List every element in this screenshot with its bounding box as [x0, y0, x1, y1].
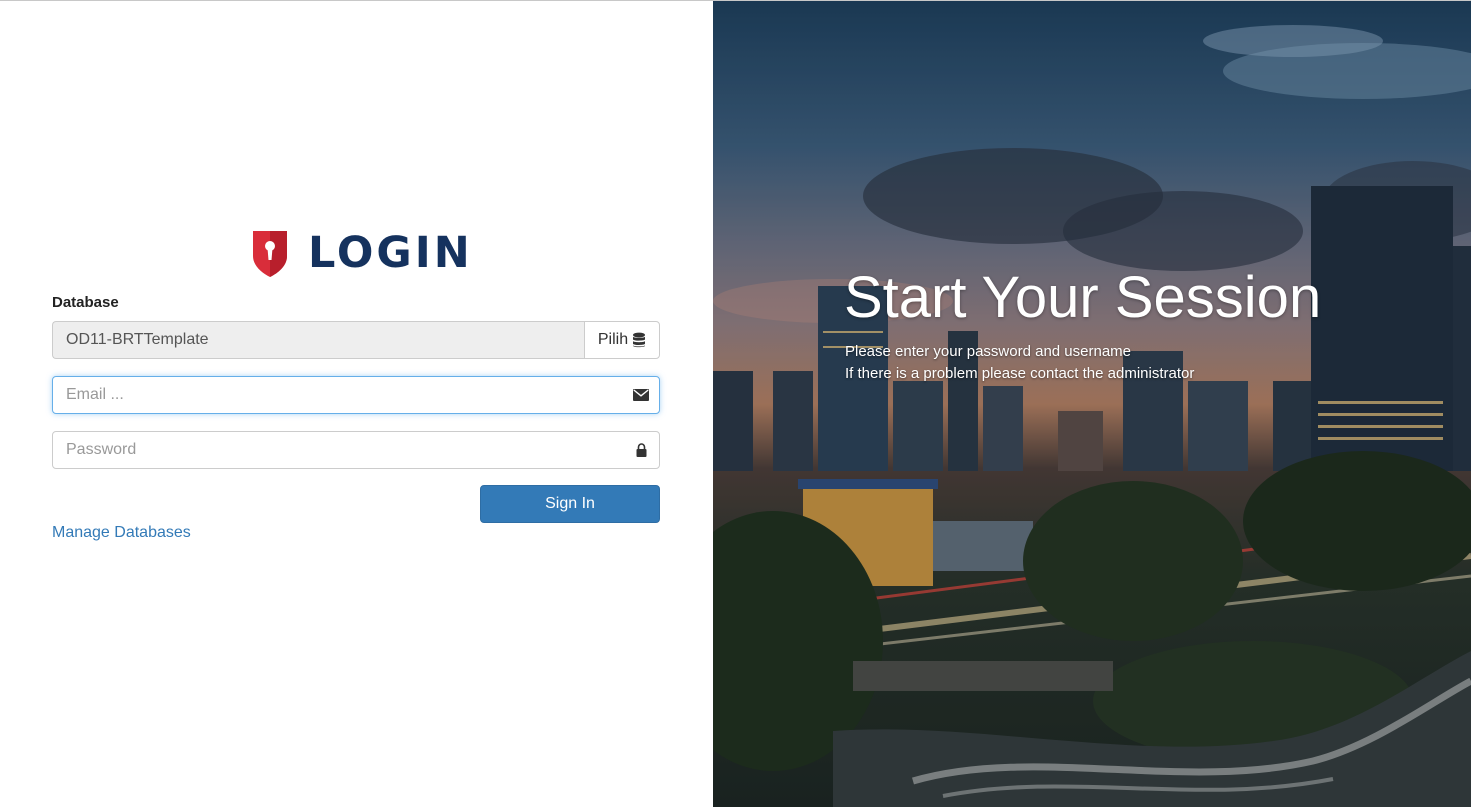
city-skyline-background [713, 1, 1471, 807]
hero-instruction: Please enter your password and username [845, 343, 1131, 360]
envelope-icon [623, 389, 659, 401]
sign-in-button[interactable]: Sign In [480, 485, 660, 523]
hero-panel: Start Your Session Please enter your pas… [713, 1, 1471, 807]
login-logo: LOGIN [250, 228, 473, 278]
login-panel: LOGIN Database OD11-BRTTemplate Pilih Em… [0, 1, 713, 807]
hero-title: Start Your Session [844, 265, 1322, 330]
choose-database-label: Pilih [597, 331, 629, 348]
email-input[interactable] [53, 377, 623, 413]
database-selector: OD11-BRTTemplate Pilih [52, 321, 660, 359]
manage-databases-link[interactable]: Manage Databases [52, 524, 191, 542]
password-input[interactable] [53, 432, 623, 468]
shield-keyhole-icon [253, 231, 287, 277]
lock-icon [623, 443, 659, 457]
database-icon [633, 332, 646, 348]
database-label: Database [52, 294, 119, 311]
password-field [52, 431, 660, 469]
database-field[interactable]: OD11-BRTTemplate [52, 321, 584, 359]
logo-text: LOGIN [308, 228, 473, 278]
email-field [52, 376, 660, 414]
hero-help-text: If there is a problem please contact the… [845, 365, 1195, 382]
choose-database-button[interactable]: Pilih [584, 321, 660, 359]
